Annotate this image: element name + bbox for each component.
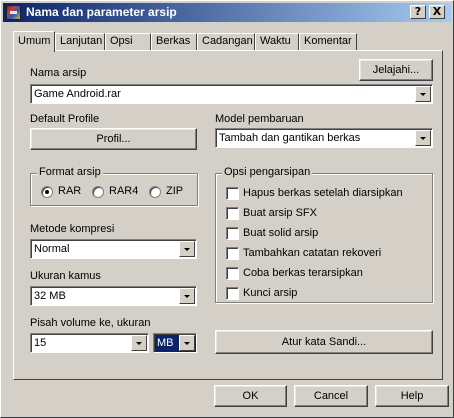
window-title: Nama dan parameter arsip [26, 5, 177, 19]
archive-format-group: Format arsip RAR RAR4 ZIP [30, 166, 198, 206]
checkbox-test-label: Coba berkas terarsipkan [243, 267, 363, 279]
cancel-button[interactable]: Cancel [294, 385, 368, 407]
dictionary-select[interactable]: 32 MB [30, 286, 197, 306]
update-mode-select[interactable]: Tambah dan gantikan berkas [215, 128, 433, 148]
archive-dialog: Nama dan parameter arsip ? X Umum Lanjut… [0, 0, 454, 418]
chevron-down-icon[interactable] [415, 86, 431, 102]
tab-lanjutan[interactable]: Lanjutan [55, 33, 105, 50]
dictionary-value: 32 MB [34, 290, 66, 302]
tab-berkas[interactable]: Berkas [151, 33, 197, 50]
checkbox-delete-after[interactable] [226, 187, 239, 200]
archiving-options-group: Opsi pengarsipan Hapus berkas setelah di… [215, 166, 433, 303]
tab-panel-umum: Nama arsip Jelajahi... Game Android.rar … [13, 50, 443, 380]
checkbox-lock[interactable] [226, 287, 239, 300]
archive-name-value: Game Android.rar [34, 88, 121, 100]
radio-rar-label: RAR [58, 185, 82, 197]
volume-size-input[interactable]: 15 [30, 333, 149, 353]
radio-rar[interactable] [41, 186, 53, 198]
help-title-button[interactable]: ? [410, 5, 426, 19]
checkbox-sfx-label: Buat arsip SFX [243, 207, 317, 219]
archive-name-input[interactable]: Game Android.rar [30, 84, 433, 104]
chevron-down-icon[interactable] [131, 335, 147, 351]
radio-rar4[interactable] [92, 186, 104, 198]
volume-label: Pisah volume ke, ukuran [30, 317, 151, 329]
volume-unit-select[interactable]: MB [153, 333, 197, 353]
radio-zip[interactable] [149, 186, 161, 198]
compression-select[interactable]: Normal [30, 239, 197, 259]
update-mode-label: Model pembaruan [215, 113, 304, 125]
radio-zip-label: ZIP [166, 185, 184, 197]
tab-komentar[interactable]: Komentar [299, 33, 357, 50]
close-button[interactable]: X [429, 5, 445, 19]
chevron-down-icon[interactable] [179, 335, 195, 351]
help-button[interactable]: Help [375, 385, 449, 407]
default-profile-label: Default Profile [30, 113, 100, 125]
tab-umum[interactable]: Umum [13, 31, 55, 52]
archiving-options-title: Opsi pengarsipan [222, 166, 313, 178]
ok-button[interactable]: OK [214, 385, 287, 407]
radio-rar4-label: RAR4 [109, 185, 139, 197]
compression-value: Normal [34, 243, 70, 255]
volume-unit-value: MB [157, 337, 174, 349]
archive-format-title: Format arsip [37, 166, 103, 178]
compression-label: Metode kompresi [30, 223, 115, 235]
set-password-button[interactable]: Atur kata Sandi... [215, 330, 433, 354]
checkbox-solid-label: Buat solid arsip [243, 227, 319, 239]
browse-button[interactable]: Jelajahi... [359, 59, 433, 81]
volume-size-value: 15 [34, 337, 47, 349]
checkbox-test[interactable] [226, 267, 239, 280]
profile-button[interactable]: Profil... [30, 128, 197, 150]
checkbox-solid[interactable] [226, 227, 239, 240]
tab-waktu[interactable]: Waktu [255, 33, 299, 50]
chevron-down-icon[interactable] [179, 241, 195, 257]
checkbox-sfx[interactable] [226, 207, 239, 220]
update-mode-value: Tambah dan gantikan berkas [219, 132, 361, 144]
chevron-down-icon[interactable] [179, 288, 195, 304]
winrar-icon [6, 5, 21, 20]
tab-opsi[interactable]: Opsi [105, 33, 151, 50]
checkbox-recovery[interactable] [226, 247, 239, 260]
checkbox-delete-after-label: Hapus berkas setelah diarsipkan [243, 187, 403, 199]
tab-cadangan[interactable]: Cadangan [197, 33, 255, 50]
checkbox-recovery-label: Tambahkan catatan rekoveri [243, 247, 382, 259]
title-bar: Nama dan parameter arsip ? X [3, 3, 451, 22]
chevron-down-icon[interactable] [415, 130, 431, 146]
checkbox-lock-label: Kunci arsip [243, 287, 298, 299]
dictionary-label: Ukuran kamus [30, 270, 101, 282]
archive-name-label: Nama arsip [30, 67, 87, 79]
